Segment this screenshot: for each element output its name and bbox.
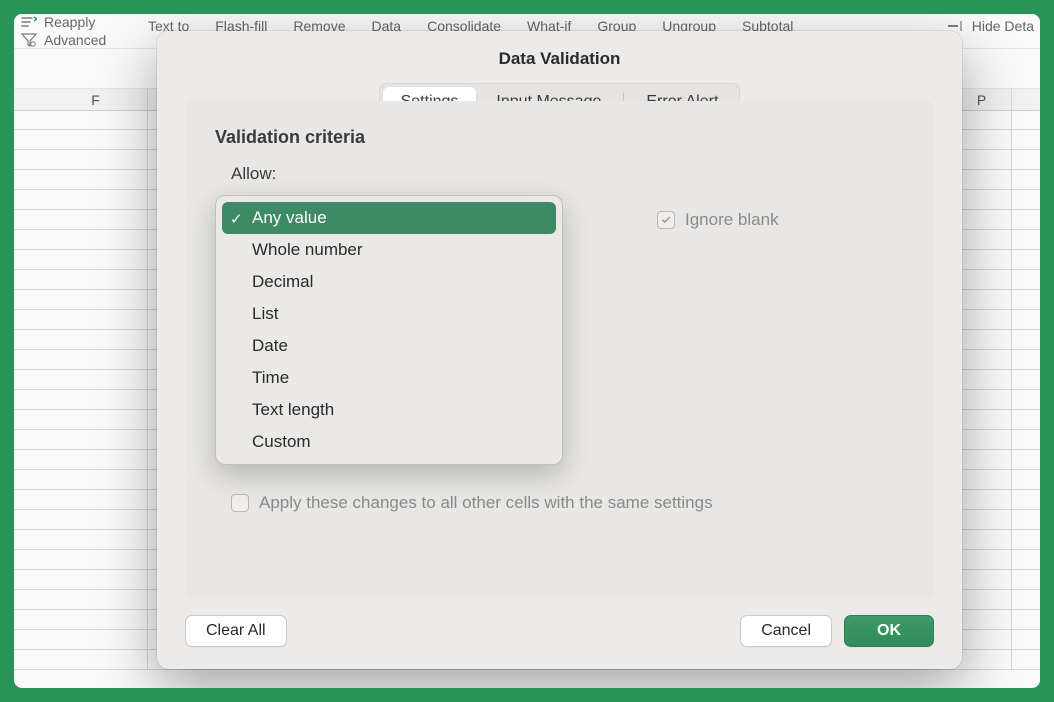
allow-label: Allow:: [231, 164, 904, 184]
data-validation-dialog: Data Validation Settings Input Message E…: [157, 31, 962, 669]
option-decimal-label: Decimal: [252, 272, 313, 291]
apply-changes-checkbox[interactable]: Apply these changes to all other cells w…: [231, 493, 713, 513]
option-time-label: Time: [252, 368, 289, 387]
allow-dropdown-menu: ✓ Any value Whole number Decimal List Da…: [215, 195, 563, 465]
option-any-value-label: Any value: [252, 208, 327, 227]
option-text-length[interactable]: Text length: [222, 394, 556, 426]
apply-changes-label: Apply these changes to all other cells w…: [259, 493, 713, 513]
ribbon-advanced-label: Advanced: [44, 32, 106, 48]
option-text-length-label: Text length: [252, 400, 334, 419]
ignore-blank-label: Ignore blank: [685, 210, 779, 230]
option-list[interactable]: List: [222, 298, 556, 330]
option-whole-number-label: Whole number: [252, 240, 363, 259]
dialog-title: Data Validation: [157, 31, 962, 83]
clear-all-button[interactable]: Clear All: [185, 615, 287, 647]
option-date-label: Date: [252, 336, 288, 355]
option-date[interactable]: Date: [222, 330, 556, 362]
ok-label: OK: [877, 622, 901, 639]
option-whole-number[interactable]: Whole number: [222, 234, 556, 266]
reapply-icon: [20, 15, 38, 29]
option-any-value[interactable]: ✓ Any value: [222, 202, 556, 234]
ok-button[interactable]: OK: [844, 615, 934, 647]
ignore-blank-checkbox[interactable]: Ignore blank: [657, 210, 779, 230]
ribbon-hide-detail-label: Hide Deta: [972, 18, 1034, 34]
advanced-icon: [20, 33, 38, 47]
ribbon-reapply-label: Reapply: [44, 14, 95, 30]
checkbox-icon: [231, 494, 249, 512]
option-time[interactable]: Time: [222, 362, 556, 394]
clear-all-label: Clear All: [206, 622, 266, 639]
cancel-label: Cancel: [761, 622, 811, 639]
checkmark-icon: [661, 215, 671, 225]
option-custom-label: Custom: [252, 432, 311, 451]
checkbox-icon: [657, 211, 675, 229]
checkmark-icon: ✓: [230, 210, 243, 228]
dialog-button-row: Clear All Cancel OK: [157, 615, 962, 669]
col-header-f[interactable]: F: [44, 89, 148, 110]
cancel-button[interactable]: Cancel: [740, 615, 832, 647]
panel-title: Validation criteria: [215, 127, 904, 148]
app-frame: Reapply Advanced Text to Flash-fill Remo…: [14, 14, 1040, 688]
ribbon-advanced[interactable]: Advanced: [20, 32, 130, 48]
ribbon-reapply[interactable]: Reapply: [20, 14, 130, 30]
option-list-label: List: [252, 304, 278, 323]
option-custom[interactable]: Custom: [222, 426, 556, 458]
option-decimal[interactable]: Decimal: [222, 266, 556, 298]
validation-criteria-panel: Validation criteria Allow: Ignore blank …: [185, 101, 934, 599]
